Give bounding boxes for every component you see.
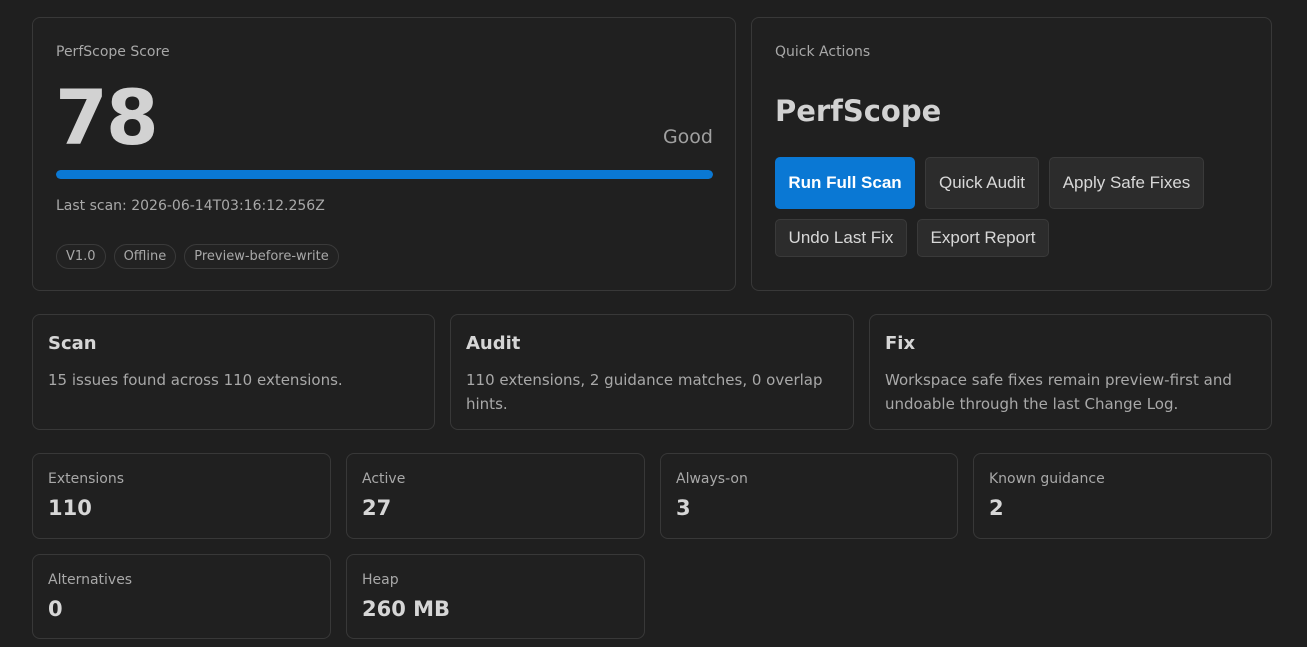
scan-summary-title: Scan bbox=[48, 333, 97, 354]
score-card: PerfScope Score 78 Good Last scan: 2026-… bbox=[32, 17, 736, 291]
last-scan-label: Last scan: bbox=[56, 198, 132, 214]
stat-label: Extensions bbox=[48, 471, 125, 487]
preview-badge: Preview-before-write bbox=[184, 244, 339, 269]
stat-card-always-on: Always-on 3 bbox=[660, 453, 958, 539]
stat-value: 0 bbox=[48, 597, 63, 621]
stat-card-extensions: Extensions 110 bbox=[32, 453, 331, 539]
export-report-button[interactable]: Export Report bbox=[917, 219, 1049, 257]
stat-value: 110 bbox=[48, 496, 92, 520]
score-progress-fill bbox=[56, 170, 713, 179]
audit-summary-card: Audit 110 extensions, 2 guidance matches… bbox=[450, 314, 854, 430]
version-badge: V1.0 bbox=[56, 244, 106, 269]
scan-summary-text: 15 issues found across 110 extensions. bbox=[48, 371, 343, 389]
stat-value: 2 bbox=[989, 496, 1004, 520]
offline-badge: Offline bbox=[113, 244, 177, 269]
stat-card-alternatives: Alternatives 0 bbox=[32, 554, 331, 639]
score-rating: Good bbox=[662, 126, 713, 148]
app-name: PerfScope bbox=[775, 94, 942, 128]
fix-summary-text: Workspace safe fixes remain preview-firs… bbox=[885, 371, 1232, 413]
quick-actions-label: Quick Actions bbox=[775, 44, 871, 60]
stat-card-heap: Heap 260 MB bbox=[346, 554, 645, 639]
stat-value: 3 bbox=[676, 496, 691, 520]
scan-summary-card: Scan 15 issues found across 110 extensio… bbox=[32, 314, 435, 430]
stat-label: Heap bbox=[362, 572, 399, 588]
undo-last-fix-button[interactable]: Undo Last Fix bbox=[775, 219, 907, 257]
stat-label: Active bbox=[362, 471, 406, 487]
badge-row: V1.0 Offline Preview-before-write bbox=[56, 244, 339, 269]
score-progress-bar bbox=[56, 170, 713, 179]
stat-label: Always-on bbox=[676, 471, 748, 487]
stat-label: Known guidance bbox=[989, 471, 1105, 487]
apply-safe-fixes-button[interactable]: Apply Safe Fixes bbox=[1049, 157, 1204, 209]
stat-card-known-guidance: Known guidance 2 bbox=[973, 453, 1272, 539]
stat-value: 27 bbox=[362, 496, 392, 520]
stat-value: 260 MB bbox=[362, 597, 451, 621]
stat-label: Alternatives bbox=[48, 572, 133, 588]
quick-audit-button[interactable]: Quick Audit bbox=[925, 157, 1039, 209]
run-full-scan-button[interactable]: Run Full Scan bbox=[775, 157, 915, 209]
stat-card-active: Active 27 bbox=[346, 453, 645, 539]
score-value: 78 bbox=[55, 73, 159, 162]
score-card-label: PerfScope Score bbox=[56, 44, 170, 60]
audit-summary-title: Audit bbox=[466, 333, 521, 354]
last-scan-timestamp: 2026-06-14T03:16:12.256Z bbox=[131, 198, 325, 214]
audit-summary-text: 110 extensions, 2 guidance matches, 0 ov… bbox=[466, 371, 823, 413]
quick-actions-card: Quick Actions PerfScope Run Full Scan Qu… bbox=[751, 17, 1272, 291]
fix-summary-title: Fix bbox=[885, 333, 916, 354]
fix-summary-card: Fix Workspace safe fixes remain preview-… bbox=[869, 314, 1272, 430]
last-scan: Last scan: 2026-06-14T03:16:12.256Z bbox=[56, 198, 325, 214]
